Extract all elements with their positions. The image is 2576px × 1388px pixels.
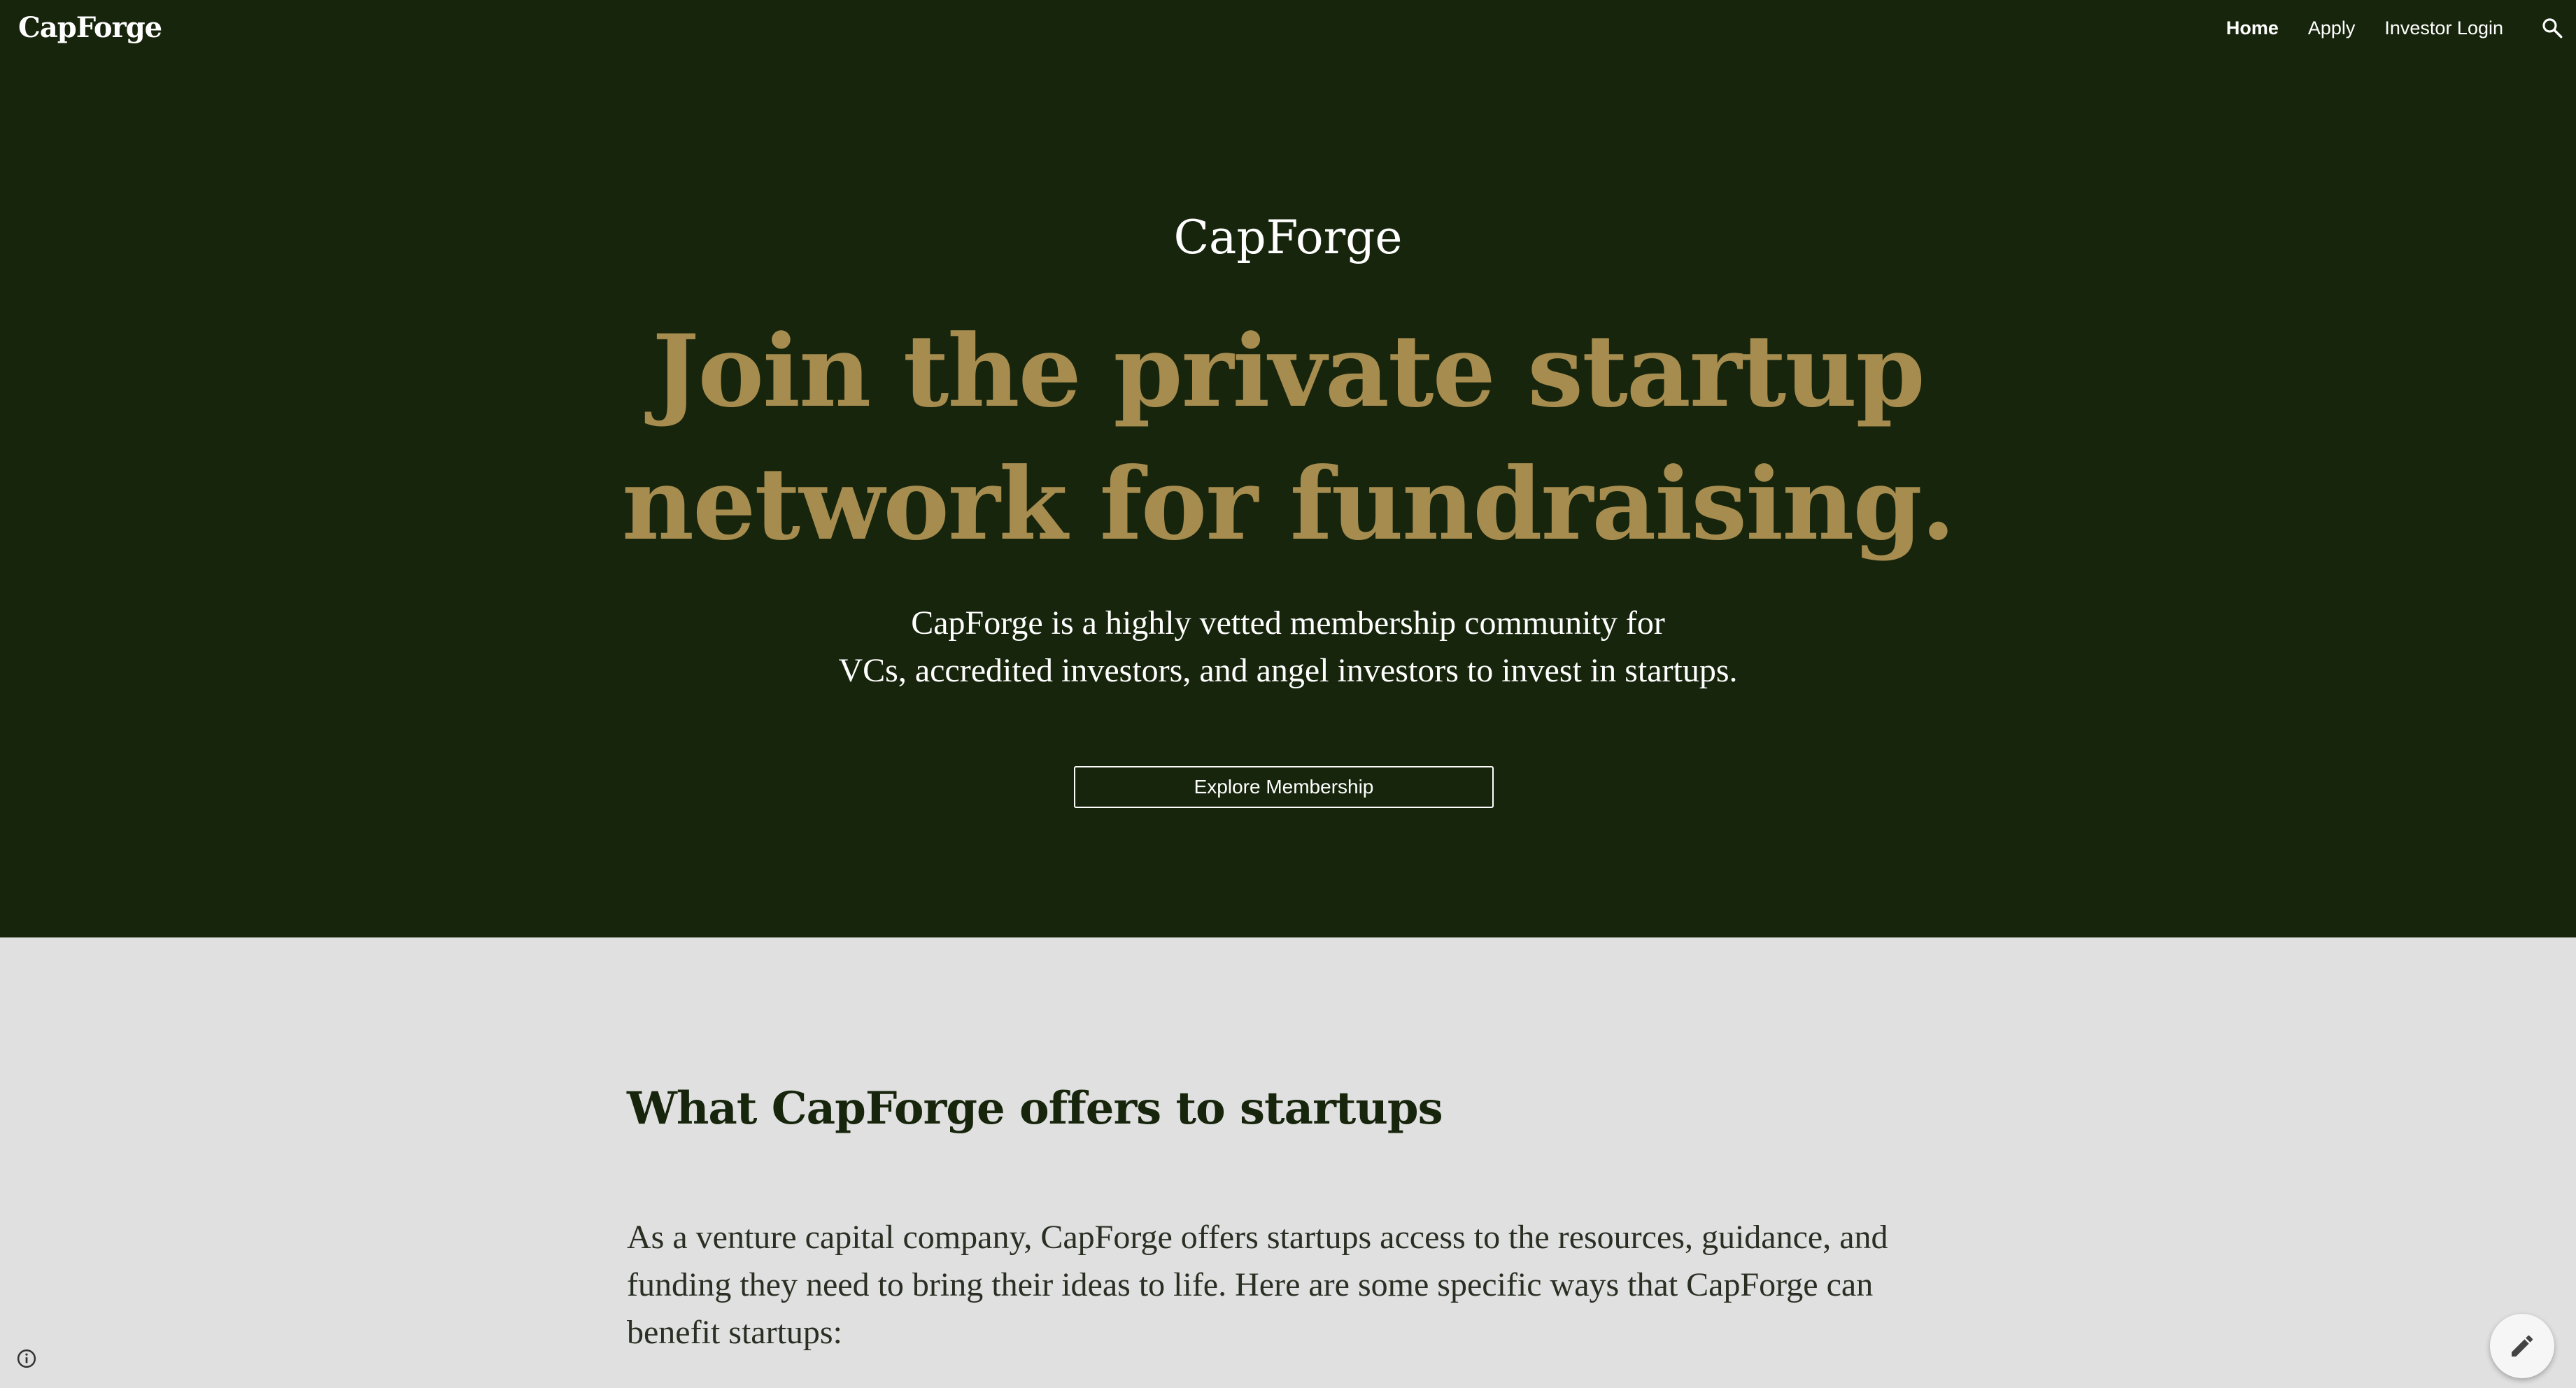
hero-title: CapForge — [1173, 211, 1403, 264]
hero-section: CapForge Home Apply Investor Login CapFo… — [0, 0, 2576, 937]
section-title: What CapForge offers to startups — [627, 1082, 1443, 1135]
section-body-line-3: benefit startups: — [627, 1314, 842, 1351]
site-logo[interactable]: CapForge — [18, 8, 162, 48]
explore-membership-button[interactable]: Explore Membership — [1074, 766, 1494, 808]
pencil-icon — [2512, 1335, 2533, 1357]
headline-line-2: network for fundraising. — [621, 446, 1955, 562]
top-navigation: Home Apply Investor Login — [2226, 0, 2576, 56]
info-icon — [17, 1349, 36, 1368]
hero-description-line-1: CapForge is a highly vetted membership c… — [911, 604, 1665, 642]
section-body: As a venture capital company, CapForge o… — [627, 1214, 1956, 1357]
hero-headline: Join the private startup network for fun… — [0, 305, 2576, 571]
hero-description-line-2: VCs, accredited investors, and angel inv… — [838, 652, 1738, 689]
nav-apply-link[interactable]: Apply — [2308, 17, 2356, 39]
search-icon — [2542, 18, 2563, 38]
headline-line-1: Join the private startup — [652, 313, 1925, 430]
hero-description: CapForge is a highly vetted membership c… — [0, 600, 2576, 695]
section-body-line-1: As a venture capital company, CapForge o… — [627, 1219, 1888, 1256]
nav-investor-login-link[interactable]: Investor Login — [2384, 17, 2503, 39]
nav-home-link[interactable]: Home — [2226, 17, 2279, 39]
site-info-button[interactable] — [13, 1345, 41, 1373]
search-button[interactable] — [2533, 8, 2572, 48]
section-body-line-2: funding they need to bring their ideas t… — [627, 1266, 1874, 1303]
edit-button[interactable] — [2490, 1314, 2554, 1378]
